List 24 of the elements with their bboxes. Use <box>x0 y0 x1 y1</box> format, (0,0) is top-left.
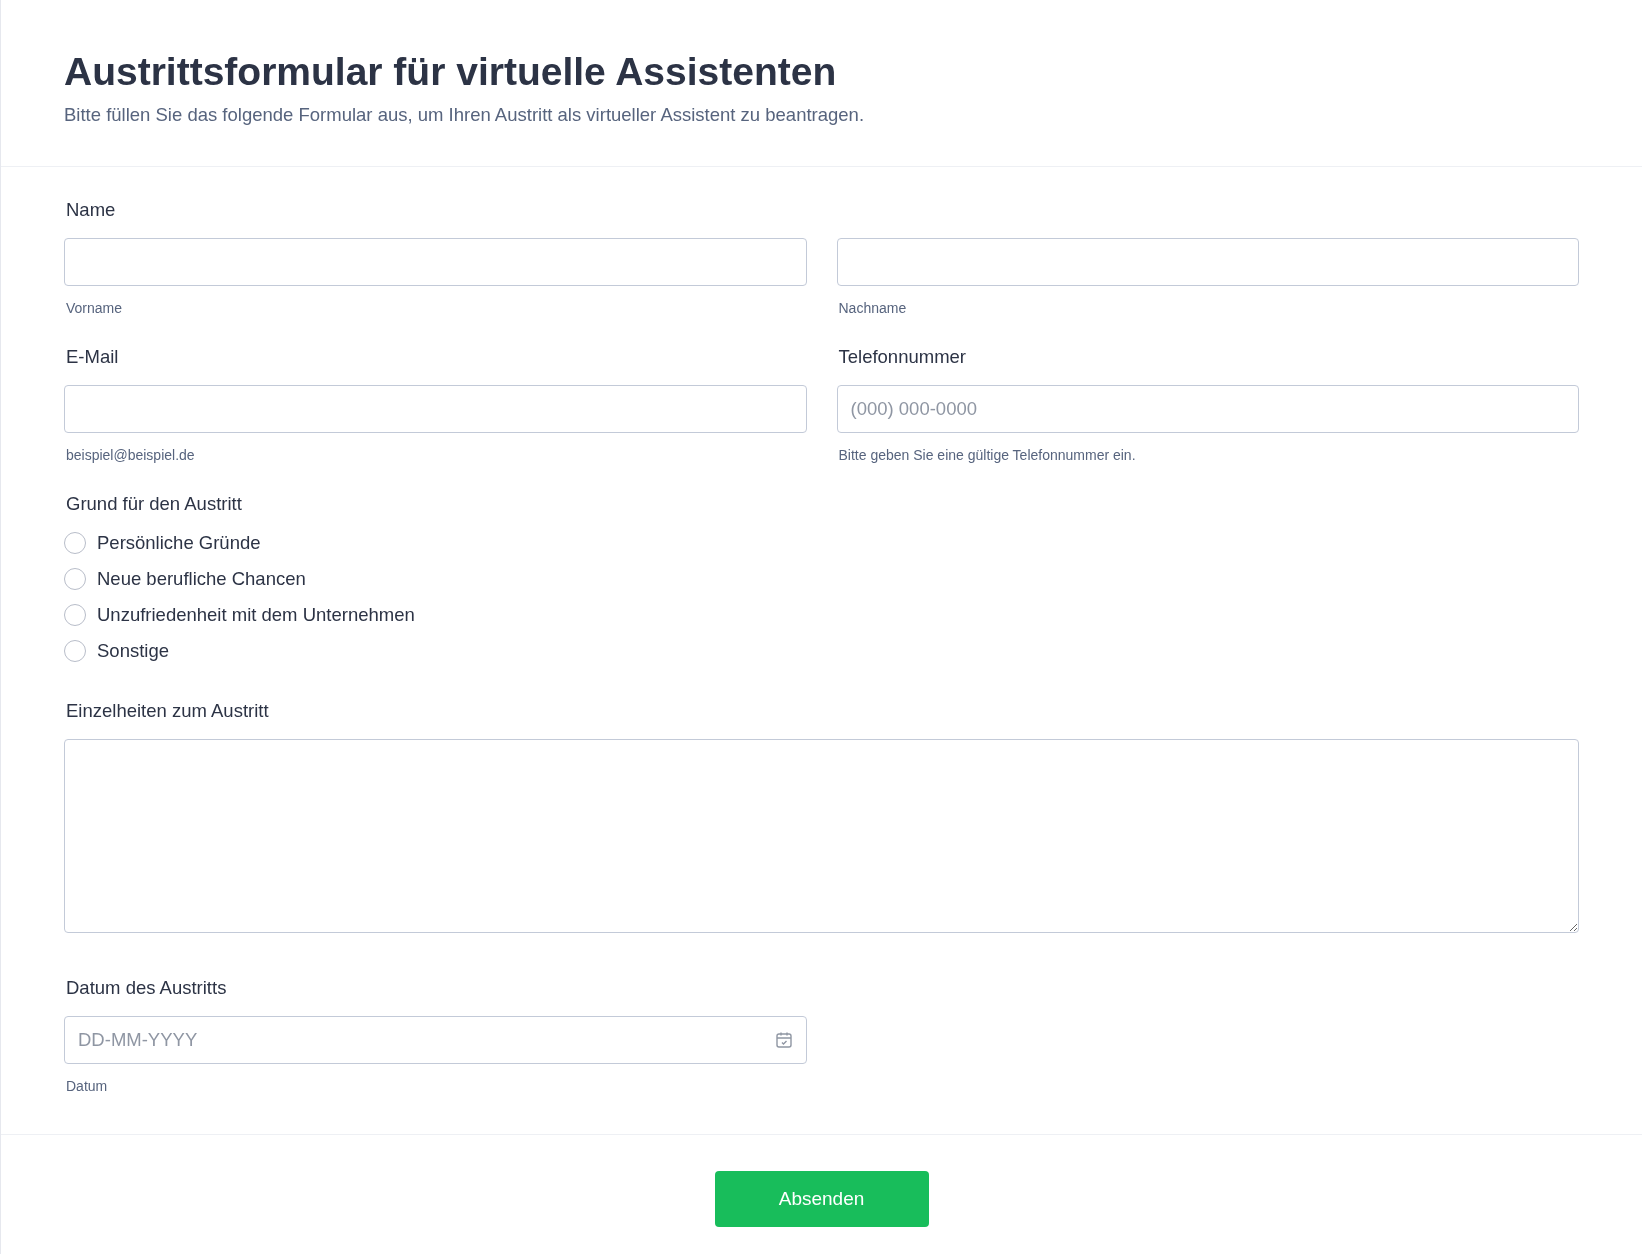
text-input[interactable] <box>836 238 1579 286</box>
date-input[interactable]: DD-MM-YYYY <box>64 1016 807 1064</box>
option-label[interactable]: Sonstige <box>97 640 169 662</box>
option-label[interactable]: Persönliche Gründe <box>97 532 261 554</box>
form-description: Bitte füllen Sie das folgende Formular aus, um Ihren Austritt als virtueller Assistent zu beantragen. <box>64 104 866 126</box>
form-title: Austrittsformular für virtuelle Assistenten <box>64 50 838 94</box>
field-label: Grund für den Austritt <box>66 493 243 515</box>
field-sublabel: Vorname <box>66 300 124 316</box>
field-label: E-Mail <box>66 346 120 368</box>
calendar-icon[interactable] <box>774 1031 793 1049</box>
field-sublabel: beispiel@beispiel.de <box>66 447 196 463</box>
field-sublabel: Bitte geben Sie eine gültige Telefonnummer ein. <box>838 447 1137 463</box>
field-label: Datum des Austritts <box>66 977 228 999</box>
field-label: Einzelheiten zum Austritt <box>66 700 270 722</box>
text-area[interactable] <box>64 739 1579 933</box>
option-label[interactable]: Unzufriedenheit mit dem Unternehmen <box>97 604 415 626</box>
field-sublabel: Nachname <box>838 300 908 316</box>
text-input[interactable] <box>64 238 807 286</box>
text-input[interactable]: (000) 000-0000 <box>836 385 1579 433</box>
field-label: Telefonnummer <box>838 346 967 368</box>
field-label: Name <box>66 199 117 221</box>
field-sublabel: Datum <box>66 1078 109 1094</box>
text-input[interactable] <box>64 385 807 433</box>
option-label[interactable]: Neue berufliche Chancen <box>97 568 306 590</box>
